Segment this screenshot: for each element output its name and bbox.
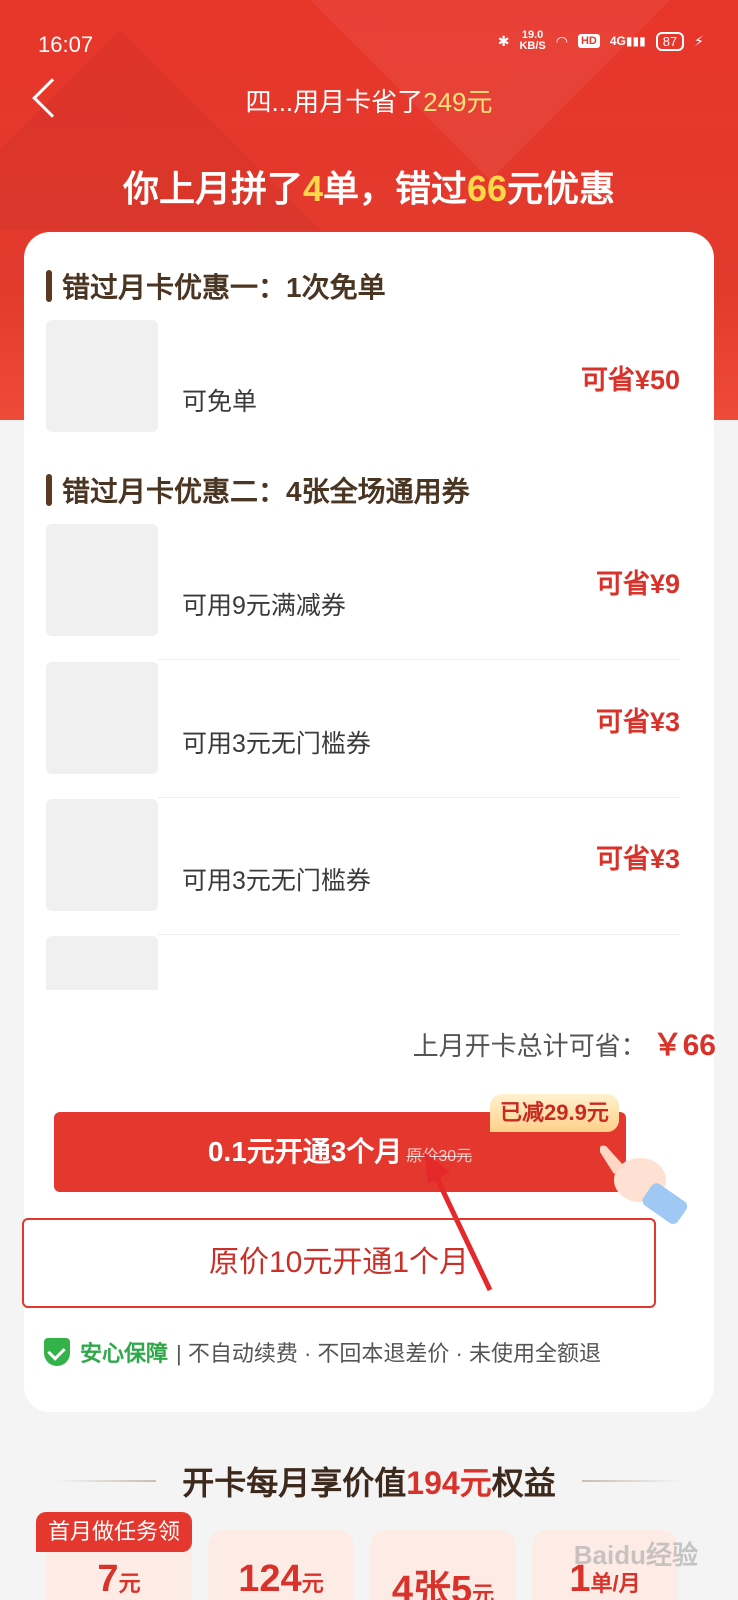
guarantee-text: | 不自动续费 · 不回本退差价 · 未使用全额退 xyxy=(176,1341,601,1366)
section-title-text: 错过月卡优惠一：1次免单 xyxy=(62,272,386,303)
hd-icon: HD xyxy=(577,34,600,48)
page-title: 四...用月卡省了249元 xyxy=(0,82,738,119)
benefit-tile[interactable]: 4张5元 xyxy=(370,1530,516,1600)
status-time: 16:07 xyxy=(38,32,94,57)
headline-text: 你上月拼了 xyxy=(122,168,303,209)
guarantee-note: 安心保障 | 不自动续费 · 不回本退差价 · 未使用全额退 xyxy=(44,1336,601,1368)
item-description: 可用9元满减券 xyxy=(182,592,346,620)
item-savings: 可省¥3 xyxy=(595,844,680,874)
total-savings: 上月开卡总计可省： ￥66 xyxy=(413,1020,716,1064)
charging-icon: ⚡ xyxy=(694,32,704,49)
section-bar xyxy=(46,270,52,302)
section-title: 错过月卡优惠二：4张全场通用券 xyxy=(46,470,470,510)
divider xyxy=(158,659,680,660)
signal-icon: 4G▮▮▮ xyxy=(609,34,646,48)
task-reward-tag: 首月做任务领 xyxy=(36,1512,193,1552)
page-title-text: 四...用月卡省了 xyxy=(245,87,424,117)
section-title-text: 错过月卡优惠二：4张全场通用券 xyxy=(62,476,470,507)
total-label: 上月开卡总计可省： xyxy=(412,1031,647,1061)
list-item[interactable]: 可免单 可省¥50 xyxy=(46,320,680,434)
bluetooth-icon: ✱ xyxy=(497,32,510,49)
headline-orders: 4 xyxy=(302,168,323,209)
section-bar xyxy=(46,474,52,506)
item-description: 可用3元无门槛券 xyxy=(182,867,371,895)
discount-badge: 已减29.9元 xyxy=(490,1094,619,1132)
guarantee-title: 安心保障 xyxy=(80,1341,169,1366)
list-item[interactable]: 可用3元无门槛券 可省¥3 xyxy=(46,662,680,798)
shield-icon xyxy=(44,1338,70,1366)
item-thumbnail xyxy=(46,320,158,432)
missed-summary: 你上月拼了4单，错过66元优惠 xyxy=(0,160,738,212)
item-description: 可免单 xyxy=(182,388,258,416)
item-savings: 可省¥9 xyxy=(595,569,680,599)
status-bar: 16:07 ✱ 19.0 KB/S ◠ HD 4G▮▮▮ 87 ⚡ xyxy=(0,0,738,80)
divider xyxy=(158,797,680,798)
item-thumbnail xyxy=(46,799,158,911)
status-icons: ✱ 19.0 KB/S ◠ HD 4G▮▮▮ 87 ⚡ xyxy=(498,30,704,52)
list-item[interactable] xyxy=(46,936,680,990)
benefits-title: 开卡每月享价值194元权益 xyxy=(0,1458,738,1504)
list-item[interactable]: 可用9元满减券 可省¥9 xyxy=(46,524,680,660)
headline-text: 单，错过 xyxy=(322,168,467,209)
watermark: Baidu经验 xyxy=(573,1540,698,1570)
item-description: 可用3元无门槛券 xyxy=(182,730,371,758)
item-savings: 可省¥3 xyxy=(595,707,680,737)
battery-icon: 87 xyxy=(655,31,685,51)
item-thumbnail xyxy=(46,662,158,774)
network-speed-unit: KB/S xyxy=(519,40,546,52)
headline-amount: 66 xyxy=(467,168,508,209)
list-item[interactable]: 可用3元无门槛券 可省¥3 xyxy=(46,799,680,935)
network-speed: 19.0 KB/S xyxy=(519,30,545,52)
total-amount: ￥66 xyxy=(652,1029,716,1062)
wifi-icon: ◠ xyxy=(555,32,568,49)
item-savings: 可省¥50 xyxy=(580,365,680,395)
item-thumbnail xyxy=(46,936,158,990)
activate-1-month-button[interactable]: 原价10元开通1个月 xyxy=(22,1218,656,1308)
item-thumbnail xyxy=(46,524,158,636)
divider xyxy=(158,934,680,935)
headline-text: 元优惠 xyxy=(507,168,616,209)
activate-button-label: 0.1元开通3个月 xyxy=(207,1136,403,1167)
page-title-amount: 249元 xyxy=(423,87,493,117)
benefits-title-text: 开卡每月享价值 xyxy=(182,1465,407,1501)
benefits-title-text: 权益 xyxy=(491,1465,556,1501)
benefits-title-amount: 194元 xyxy=(406,1465,492,1501)
section-title: 错过月卡优惠一：1次免单 xyxy=(46,266,386,306)
benefit-tile[interactable]: 124元 xyxy=(208,1530,354,1600)
